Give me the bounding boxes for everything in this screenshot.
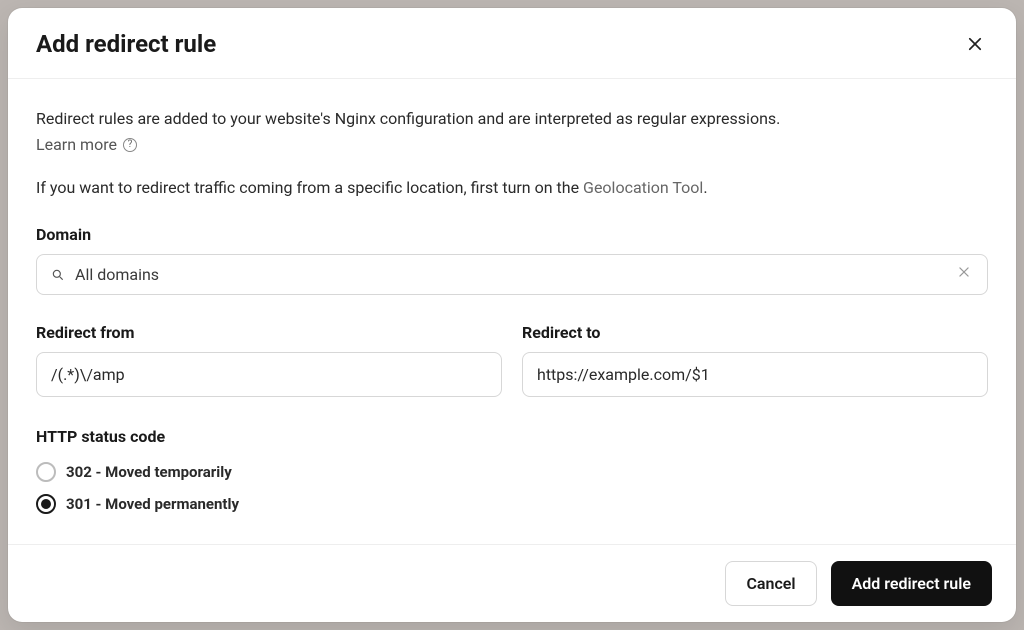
radio-icon xyxy=(36,462,56,482)
help-icon: ? xyxy=(123,138,137,152)
close-button[interactable] xyxy=(962,31,988,57)
learn-more-label: Learn more xyxy=(36,135,117,154)
redirect-to-input[interactable] xyxy=(522,352,988,397)
redirect-to-field: Redirect to xyxy=(522,323,988,397)
radio-checked-icon xyxy=(41,499,51,509)
status-option-301[interactable]: 301 - Moved permanently xyxy=(36,488,988,520)
geo-prefix: If you want to redirect traffic coming f… xyxy=(36,178,583,197)
clear-domain-button[interactable] xyxy=(955,265,973,284)
status-option-302[interactable]: 302 - Moved temporarily xyxy=(36,456,988,488)
cancel-button[interactable]: Cancel xyxy=(725,561,816,606)
geo-suffix: . xyxy=(703,178,707,197)
intro-text: Redirect rules are added to your website… xyxy=(36,107,988,131)
redirect-from-field: Redirect from xyxy=(36,323,502,397)
geolocation-hint: If you want to redirect traffic coming f… xyxy=(36,178,988,197)
modal-footer: Cancel Add redirect rule xyxy=(8,544,1016,622)
http-status-code-group: HTTP status code 302 - Moved temporarily… xyxy=(36,427,988,520)
redirect-from-input[interactable] xyxy=(36,352,502,397)
domain-select[interactable]: All domains xyxy=(36,254,988,295)
domain-label: Domain xyxy=(36,225,988,244)
redirect-from-label: Redirect from xyxy=(36,323,502,342)
geolocation-tool-link[interactable]: Geolocation Tool xyxy=(583,178,703,197)
add-redirect-rule-modal: Add redirect rule Redirect rules are add… xyxy=(8,8,1016,622)
radio-label: 302 - Moved temporarily xyxy=(66,463,232,481)
learn-more-link[interactable]: Learn more ? xyxy=(36,135,137,154)
radio-label: 301 - Moved permanently xyxy=(66,495,239,513)
http-status-code-label: HTTP status code xyxy=(36,427,988,446)
close-icon xyxy=(966,35,984,53)
modal-body: Redirect rules are added to your website… xyxy=(8,79,1016,544)
modal-header: Add redirect rule xyxy=(8,8,1016,79)
domain-field: Domain All domains xyxy=(36,225,988,295)
redirect-row: Redirect from Redirect to xyxy=(36,323,988,397)
radio-icon xyxy=(36,494,56,514)
redirect-to-label: Redirect to xyxy=(522,323,988,342)
clear-icon xyxy=(957,265,971,279)
modal-title: Add redirect rule xyxy=(36,30,216,58)
domain-selected-value: All domains xyxy=(75,265,955,284)
submit-button[interactable]: Add redirect rule xyxy=(831,561,992,606)
search-icon xyxy=(51,268,65,282)
